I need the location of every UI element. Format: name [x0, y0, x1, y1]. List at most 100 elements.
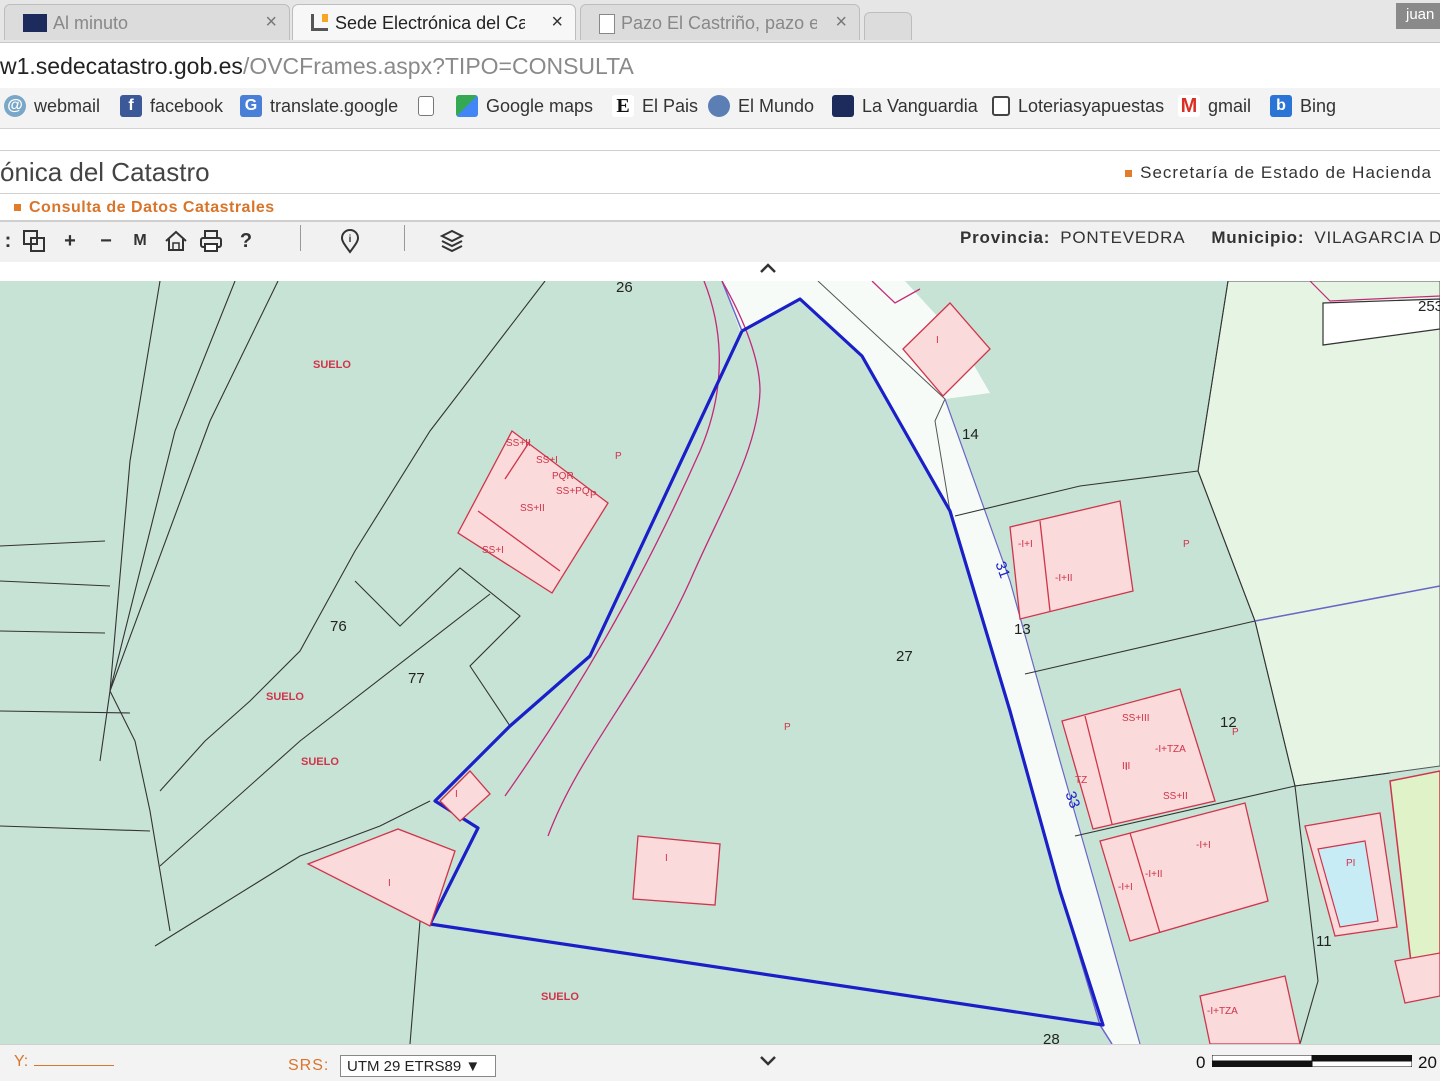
province-label: Provincia: — [960, 228, 1051, 247]
chevron-down-icon[interactable] — [758, 1051, 778, 1074]
building-code: -I+I — [1018, 539, 1033, 550]
land-label: SUELO — [541, 991, 579, 1003]
building-code: -I+TZA — [1207, 1006, 1238, 1017]
url-text[interactable]: w1.sedecatastro.gob.es/OVCFrames.aspx?TI… — [0, 53, 634, 80]
bookmark-facebook[interactable]: f facebook — [120, 95, 223, 121]
address-bar[interactable]: w1.sedecatastro.gob.es/OVCFrames.aspx?TI… — [0, 43, 1440, 87]
section-bar: Consulta de Datos Catastrales — [0, 196, 1440, 222]
ministry-link[interactable]: Secretaría de Estado de Hacienda — [1125, 163, 1432, 183]
bing-icon: b — [1270, 95, 1292, 118]
page-favicon-icon — [599, 14, 615, 34]
bookmark-el-mundo[interactable]: El Mundo — [708, 95, 814, 121]
building-code: SS+I — [482, 545, 504, 556]
municipality-label: Municipio: — [1211, 228, 1305, 247]
url-path: /OVCFrames.aspx?TIPO=CONSULTA — [242, 53, 634, 79]
close-icon[interactable]: × — [551, 11, 563, 34]
tab-al-minuto[interactable]: Al minuto × — [4, 4, 290, 40]
info-pin-icon[interactable]: i — [336, 227, 364, 255]
building-code: I — [388, 878, 391, 889]
building-code: SS+PQ — [556, 486, 590, 497]
building-code: I — [455, 789, 458, 800]
cadastral-map[interactable]: 26 14 76 77 31 13 27 12 33 11 28 253 SUE… — [0, 281, 1440, 1044]
building-code: P — [590, 490, 597, 501]
new-tab-button[interactable] — [864, 12, 912, 40]
bookmark-webmail[interactable]: @ webmail — [4, 95, 100, 121]
building-code: SS+III — [1122, 713, 1150, 724]
building-code: P — [1232, 727, 1239, 738]
vanguardia-favicon-icon — [23, 14, 47, 32]
parcel-number: 14 — [962, 426, 979, 443]
measure-icon[interactable]: M — [126, 227, 154, 255]
srs-select[interactable]: UTM 29 ETRS89 ▼ — [340, 1055, 496, 1077]
tab-pazo-castrino[interactable]: Pazo El Castriño, pazo en × — [580, 4, 860, 40]
zoom-box-icon[interactable] — [20, 227, 48, 255]
land-label: SUELO — [313, 359, 351, 371]
building-code: P — [784, 722, 791, 733]
bookmark-translate[interactable]: Gtranslate.google — [240, 95, 398, 121]
home-icon[interactable] — [162, 227, 190, 255]
page-icon — [418, 96, 434, 117]
help-icon[interactable]: ? — [232, 227, 260, 255]
map-canvas[interactable]: 26 14 76 77 31 13 27 12 33 11 28 253 SUE… — [0, 281, 1440, 1044]
light-parcel — [1389, 770, 1440, 972]
parcel-number: 77 — [408, 670, 425, 687]
building-code: I — [665, 853, 668, 864]
site-header: ónica del Catastro Secretaría de Estado … — [0, 150, 1440, 194]
url-host: w1.sedecatastro.gob.es — [0, 53, 243, 79]
vanguardia-icon — [832, 95, 854, 118]
srs-label: SRS: — [288, 1057, 330, 1074]
catastro-favicon-icon — [311, 14, 328, 31]
lottery-icon — [992, 96, 1010, 117]
close-icon[interactable]: × — [265, 11, 277, 34]
maps-icon — [456, 95, 478, 118]
bookmark-la-vanguardia[interactable]: La Vanguardia — [832, 95, 978, 121]
building-code: I — [936, 335, 939, 346]
zoom-out-icon[interactable]: − — [92, 227, 120, 255]
gmail-icon: M — [1178, 95, 1200, 118]
location-info: Provincia: PONTEVEDRA Municipio: VILAGARCIA… — [960, 228, 1440, 248]
bookmarks-bar: @ webmail f facebook Gtranslate.google Goo… — [0, 88, 1440, 129]
tab-label: Pazo El Castriño, pazo en — [621, 13, 817, 33]
building-code: SS+II — [506, 438, 531, 449]
bookmark-gmail[interactable]: Mgmail — [1178, 95, 1251, 121]
zoom-in-icon[interactable]: + — [56, 227, 84, 255]
scale-bar — [1212, 1055, 1412, 1067]
bookmark-loterias[interactable]: Loteriasyapuestas — [992, 95, 1164, 121]
parcel-number: 27 — [896, 648, 913, 665]
chevron-up-icon[interactable] — [758, 258, 778, 281]
pan-icon[interactable]: : — [0, 227, 22, 255]
province-value: PONTEVEDRA — [1060, 228, 1186, 247]
parcel-number: 253 — [1418, 298, 1440, 315]
bookmark-google-maps[interactable]: Google maps — [456, 95, 593, 121]
building-code: PI — [1346, 858, 1355, 869]
building-code: P — [1183, 539, 1190, 550]
print-icon[interactable] — [197, 227, 225, 255]
building-code: -I+I — [1196, 840, 1211, 851]
building-code: I — [1125, 762, 1128, 773]
bookmark-el-pais[interactable]: E El Pais — [612, 95, 698, 121]
y-coordinate-label: Y: — [14, 1053, 114, 1071]
section-title: Consulta de Datos Catastrales — [14, 199, 275, 217]
parcel-lines — [0, 281, 1391, 1044]
building-code: -I+II — [1145, 869, 1163, 880]
toolbar-divider — [300, 225, 301, 251]
bookmark-bing[interactable]: b Bing — [1270, 95, 1336, 121]
municipality-value: VILAGARCIA DE — [1314, 228, 1440, 247]
building-code: SS+I — [536, 455, 558, 466]
tab-sede-catastro[interactable]: Sede Electrónica del Cata: × — [292, 4, 576, 40]
parcel-number: 13 — [1014, 621, 1031, 638]
close-icon[interactable]: × — [835, 11, 847, 34]
building-code: TZ — [1075, 775, 1087, 786]
translate-icon: G — [240, 95, 262, 118]
tab-label: Al minuto — [53, 13, 129, 33]
elpais-icon: E — [612, 95, 634, 118]
svg-text:i: i — [349, 234, 352, 245]
layers-icon[interactable] — [438, 227, 466, 255]
building-code: PQR — [552, 471, 574, 482]
tab-label: Sede Electrónica del Cata: — [335, 13, 525, 33]
webmail-icon: @ — [4, 95, 26, 118]
map-toolbar: : + − M ? i Provincia: PONTEVEDRA Municipi… — [0, 222, 1440, 262]
bookmark-page[interactable] — [418, 95, 442, 121]
building-code: P — [615, 451, 622, 462]
profile-button[interactable]: juan — [1396, 3, 1440, 29]
